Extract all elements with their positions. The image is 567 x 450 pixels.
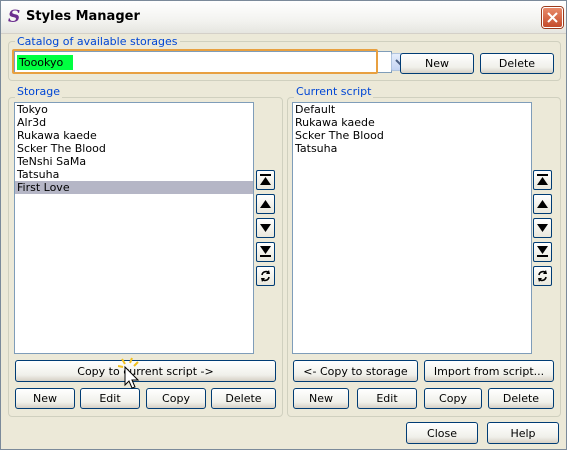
arrow-up-icon [260, 200, 271, 208]
arrow-up-icon [537, 200, 548, 208]
storage-new-button[interactable]: New [15, 388, 75, 409]
storage-group-label: Storage [15, 85, 63, 98]
list-item-selected[interactable]: First Love [15, 181, 253, 194]
arrow-down-icon [537, 224, 548, 232]
storage-list[interactable]: Tokyo Alr3d Rukawa kaede Scker The Blood… [14, 102, 254, 354]
list-item[interactable]: Tokyo [15, 103, 253, 116]
close-window-button[interactable] [542, 7, 563, 28]
script-list[interactable]: Default Rukawa kaede Scker The Blood Tat… [292, 102, 532, 354]
move-bottom-icon [537, 246, 548, 257]
script-move-top-button[interactable] [533, 170, 552, 190]
list-item[interactable]: Tatsuha [15, 168, 253, 181]
storage-move-down-button[interactable] [256, 218, 275, 238]
storage-move-up-button[interactable] [256, 194, 275, 214]
script-move-bottom-button[interactable] [533, 242, 552, 262]
storage-move-bottom-button[interactable] [256, 242, 275, 262]
move-bottom-icon [260, 246, 271, 257]
refresh-icon [538, 270, 547, 282]
list-item[interactable]: Tatsuha [293, 142, 531, 155]
mouse-cursor-icon [118, 357, 140, 389]
catalog-group-label: Catalog of available storages [15, 35, 180, 48]
arrow-down-icon [260, 224, 271, 232]
move-top-icon [537, 174, 548, 185]
window-title: Styles Manager [26, 9, 140, 24]
help-button[interactable]: Help [487, 422, 559, 444]
script-move-down-button[interactable] [533, 218, 552, 238]
storage-move-top-button[interactable] [256, 170, 275, 190]
script-edit-button[interactable]: Edit [357, 388, 417, 409]
storage-delete-button[interactable]: Delete [211, 388, 276, 409]
refresh-icon [261, 270, 270, 282]
storage-copy-button[interactable]: Copy [146, 388, 206, 409]
list-item[interactable]: Rukawa kaede [293, 116, 531, 129]
combo-focus-ring [12, 49, 378, 74]
list-item[interactable]: Scker The Blood [15, 142, 253, 155]
list-item[interactable]: Alr3d [15, 116, 253, 129]
list-item[interactable]: Default [293, 103, 531, 116]
script-group-label: Current script [294, 85, 374, 98]
list-item[interactable]: Rukawa kaede [15, 129, 253, 142]
catalog-new-button[interactable]: New [400, 53, 474, 74]
styles-icon: S [8, 7, 21, 27]
script-delete-button[interactable]: Delete [488, 388, 554, 409]
script-copy-button[interactable]: Copy [424, 388, 482, 409]
storage-refresh-button[interactable] [256, 266, 275, 286]
script-new-button[interactable]: New [293, 388, 349, 409]
list-item[interactable]: TeNshi SaMa [15, 155, 253, 168]
styles-manager-window: S Styles Manager Catalog of available st… [0, 0, 567, 450]
storage-edit-button[interactable]: Edit [80, 388, 140, 409]
import-from-script-button[interactable]: Import from script... [424, 360, 554, 382]
copy-to-script-button[interactable]: Copy to current script -> [15, 360, 276, 382]
catalog-delete-button[interactable]: Delete [480, 53, 554, 74]
script-move-up-button[interactable] [533, 194, 552, 214]
list-item[interactable]: Scker The Blood [293, 129, 531, 142]
script-refresh-button[interactable] [533, 266, 552, 286]
close-button[interactable]: Close [406, 422, 478, 444]
copy-to-storage-button[interactable]: <- Copy to storage [293, 360, 418, 382]
title-bar[interactable]: S Styles Manager [1, 1, 566, 34]
move-top-icon [260, 174, 271, 185]
close-icon [547, 12, 558, 23]
